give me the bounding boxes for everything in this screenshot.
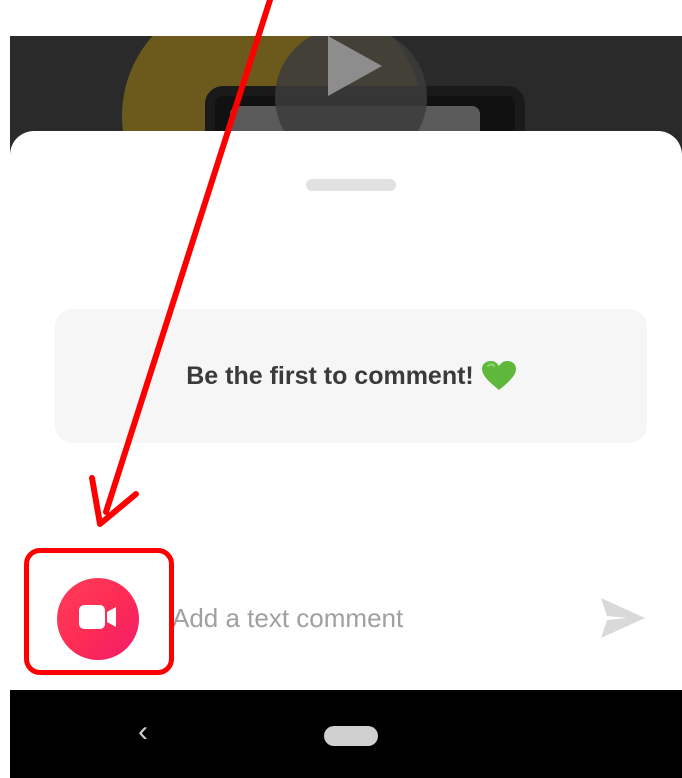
empty-comments-card: Be the first to comment! <box>55 309 647 443</box>
annotation-highlight-box <box>24 548 174 675</box>
system-navigation-bar: ‹ <box>10 690 682 778</box>
empty-comments-message: Be the first to comment! <box>186 361 474 390</box>
screenshot-stage: Be the first to comment! Add a text comm… <box>0 0 682 778</box>
send-icon <box>599 596 647 645</box>
send-button[interactable] <box>595 592 651 648</box>
nav-home-button[interactable] <box>324 726 378 746</box>
comment-text-input[interactable] <box>170 592 574 644</box>
nav-back-button[interactable]: ‹ <box>128 712 158 752</box>
green-heart-icon <box>481 361 516 391</box>
play-icon <box>328 36 382 96</box>
sheet-drag-handle[interactable] <box>306 179 396 191</box>
